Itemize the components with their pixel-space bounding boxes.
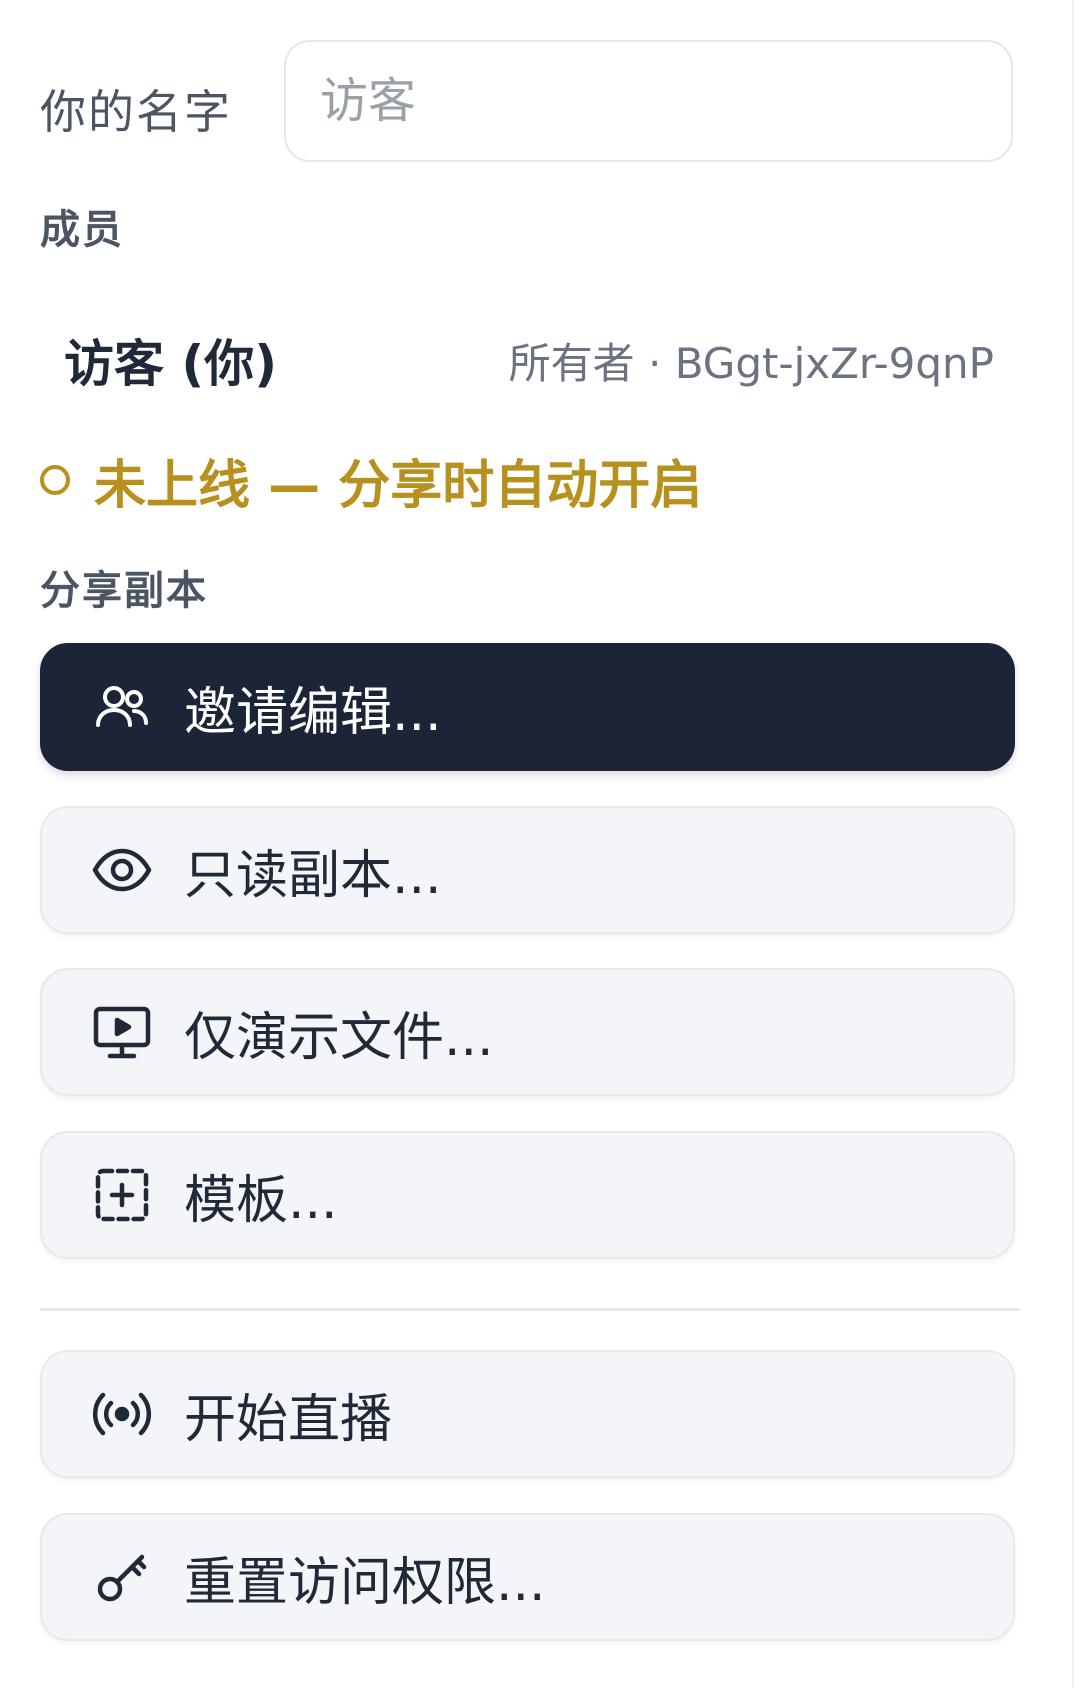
status-circle-icon bbox=[40, 465, 70, 495]
eye-icon bbox=[90, 838, 154, 902]
reset-access-label: 重置访问权限... bbox=[184, 1552, 546, 1613]
start-live-label: 开始直播 bbox=[184, 1389, 393, 1450]
template-plus-icon bbox=[90, 1163, 154, 1227]
users-icon bbox=[90, 675, 154, 739]
name-input[interactable] bbox=[284, 40, 1013, 162]
share-section-title: 分享副本 bbox=[40, 568, 208, 614]
template-label: 模板... bbox=[184, 1170, 338, 1231]
broadcast-icon bbox=[90, 1382, 154, 1446]
member-row: 访客 (你) 所有者 · BGgt-jxZr-9qnP bbox=[64, 318, 994, 393]
presentation-only-label: 仅演示文件... bbox=[184, 1007, 494, 1068]
monitor-play-icon bbox=[90, 1000, 154, 1064]
status-indicator: 未上线 — 分享时自动开启 bbox=[40, 445, 703, 516]
start-live-button[interactable]: 开始直播 bbox=[40, 1350, 1015, 1478]
name-label: 你的名字 bbox=[40, 85, 232, 139]
members-section-title: 成员 bbox=[40, 207, 124, 253]
divider bbox=[40, 1308, 1020, 1311]
invite-editors-button[interactable]: 邀请编辑... bbox=[40, 643, 1015, 771]
name-row: 你的名字 bbox=[40, 40, 1015, 164]
share-panel: 你的名字 成员 访客 (你) 所有者 · BGgt-jxZr-9qnP 未上线 … bbox=[0, 0, 1040, 1688]
template-button[interactable]: 模板... bbox=[40, 1131, 1015, 1259]
readonly-copy-button[interactable]: 只读副本... bbox=[40, 806, 1015, 934]
readonly-copy-label: 只读副本... bbox=[184, 845, 442, 906]
invite-editors-label: 邀请编辑... bbox=[184, 682, 442, 743]
member-role-id: 所有者 · BGgt-jxZr-9qnP bbox=[508, 339, 994, 388]
status-text: 未上线 — 分享时自动开启 bbox=[94, 455, 703, 516]
panel-edge bbox=[1072, 0, 1074, 1688]
presentation-only-button[interactable]: 仅演示文件... bbox=[40, 968, 1015, 1096]
key-icon bbox=[90, 1545, 154, 1609]
member-name: 访客 (你) bbox=[64, 335, 278, 393]
reset-access-button[interactable]: 重置访问权限... bbox=[40, 1513, 1015, 1641]
